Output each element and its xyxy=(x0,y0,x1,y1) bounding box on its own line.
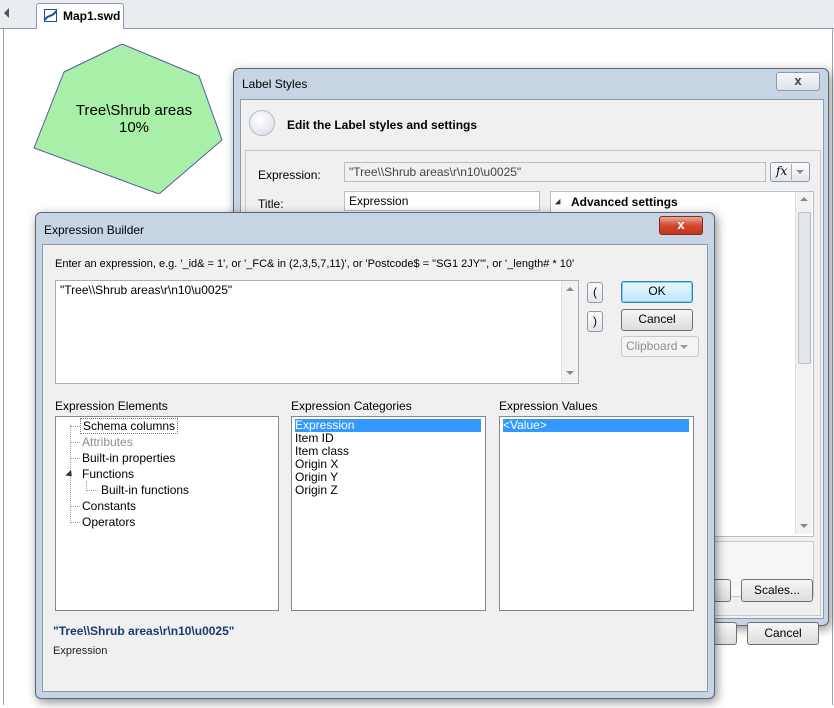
clipboard-label: Clipboard xyxy=(626,339,678,353)
feature-label-line1: Tree\Shrub areas xyxy=(75,102,193,119)
expression-preview: "Tree\\Shrub areas\r\n10\u0025" xyxy=(53,624,235,638)
scroll-thumb[interactable] xyxy=(798,212,811,364)
expression-text: "Tree\\Shrub areas\r\n10\u0025" xyxy=(60,283,233,297)
tree-item-functions[interactable]: Functions xyxy=(82,467,134,481)
scales-button[interactable]: Scales... xyxy=(741,579,813,602)
expression-prompt: Enter an expression, e.g. '_id& = 1', or… xyxy=(55,258,575,270)
document-tab-strip: Map1.swd xyxy=(0,0,834,29)
expression-preview-category: Expression xyxy=(53,645,108,657)
fx-divider xyxy=(791,164,792,180)
tree-line xyxy=(70,442,80,443)
feature-label-line2: 10% xyxy=(118,119,150,136)
scroll-down-icon[interactable] xyxy=(800,524,808,528)
insert-open-paren-button[interactable]: ( xyxy=(587,282,603,303)
tree-expand-icon[interactable] xyxy=(65,469,75,480)
list-item-value[interactable]: <Value> xyxy=(503,419,689,432)
label-styles-close-button[interactable]: x xyxy=(776,72,820,91)
tab-scroll-left-icon[interactable] xyxy=(4,8,9,18)
tree-line xyxy=(70,426,80,427)
scroll-up-icon[interactable] xyxy=(566,287,574,291)
scroll-up-icon[interactable] xyxy=(800,197,808,201)
collapse-triangle-icon[interactable] xyxy=(554,198,564,208)
tree-line xyxy=(70,522,80,523)
expression-builder-body: Enter an expression, e.g. '_id& = 1', or… xyxy=(42,244,708,692)
cancel-button[interactable]: Cancel xyxy=(621,309,693,331)
label-styles-cancel-button[interactable]: Cancel xyxy=(747,622,819,645)
expression-builder-dialog: Expression Builder x Enter an expression… xyxy=(35,212,715,699)
tree-item-built-in-properties[interactable]: Built-in properties xyxy=(82,451,175,465)
title-field[interactable]: Expression xyxy=(344,191,540,211)
label-style-icon xyxy=(249,110,275,136)
close-icon: x xyxy=(677,217,685,232)
values-label: Expression Values xyxy=(499,399,598,413)
insert-close-paren-button[interactable]: ) xyxy=(587,311,603,332)
expression-builder-close-button[interactable]: x xyxy=(659,216,703,235)
tree-item-operators[interactable]: Operators xyxy=(82,515,135,529)
tree-line xyxy=(86,490,98,491)
expression-values-list[interactable]: <Value> xyxy=(499,416,694,611)
label-styles-header: Edit the Label styles and settings xyxy=(287,118,478,132)
expression-label: Expression: xyxy=(258,168,321,182)
clipboard-dropdown[interactable]: Clipboard xyxy=(621,336,699,357)
chevron-down-icon xyxy=(796,170,804,174)
tree-line xyxy=(70,458,80,459)
expression-textarea-scrollbar[interactable] xyxy=(561,281,578,382)
fx-button[interactable]: fx xyxy=(770,162,810,182)
categories-label: Expression Categories xyxy=(291,399,412,413)
expression-textarea[interactable]: "Tree\\Shrub areas\r\n10\u0025" xyxy=(55,280,579,384)
tree-item-attributes[interactable]: Attributes xyxy=(82,435,133,449)
expression-field[interactable]: "Tree\\Shrub areas\r\n10\u0025" xyxy=(344,162,766,182)
tab-map1[interactable]: Map1.swd xyxy=(36,3,124,29)
ok-button[interactable]: OK xyxy=(621,281,693,303)
list-item-category[interactable]: Origin Z xyxy=(295,484,338,497)
expression-categories-list[interactable]: Expression Item ID Item class Origin X O… xyxy=(291,416,486,611)
advanced-settings-header: Advanced settings xyxy=(571,195,678,209)
chevron-down-icon xyxy=(680,345,688,349)
map-document-icon xyxy=(44,9,57,22)
tree-item-built-in-functions[interactable]: Built-in functions xyxy=(101,483,189,497)
tab-label: Map1.swd xyxy=(63,9,121,23)
title-label: Title: xyxy=(258,197,284,211)
tree-line xyxy=(70,506,80,507)
fx-icon: fx xyxy=(776,164,788,178)
expression-elements-tree[interactable]: Schema columns Attributes Built-in prope… xyxy=(55,416,279,611)
advanced-settings-scrollbar[interactable] xyxy=(795,192,812,534)
scroll-down-icon[interactable] xyxy=(566,371,574,375)
tree-item-schema-columns[interactable]: Schema columns xyxy=(80,418,179,434)
tree-item-constants[interactable]: Constants xyxy=(82,499,136,513)
elements-label: Expression Elements xyxy=(55,399,168,413)
label-styles-title: Label Styles xyxy=(242,77,308,91)
expression-builder-title: Expression Builder xyxy=(44,223,145,237)
close-icon: x xyxy=(794,73,802,88)
